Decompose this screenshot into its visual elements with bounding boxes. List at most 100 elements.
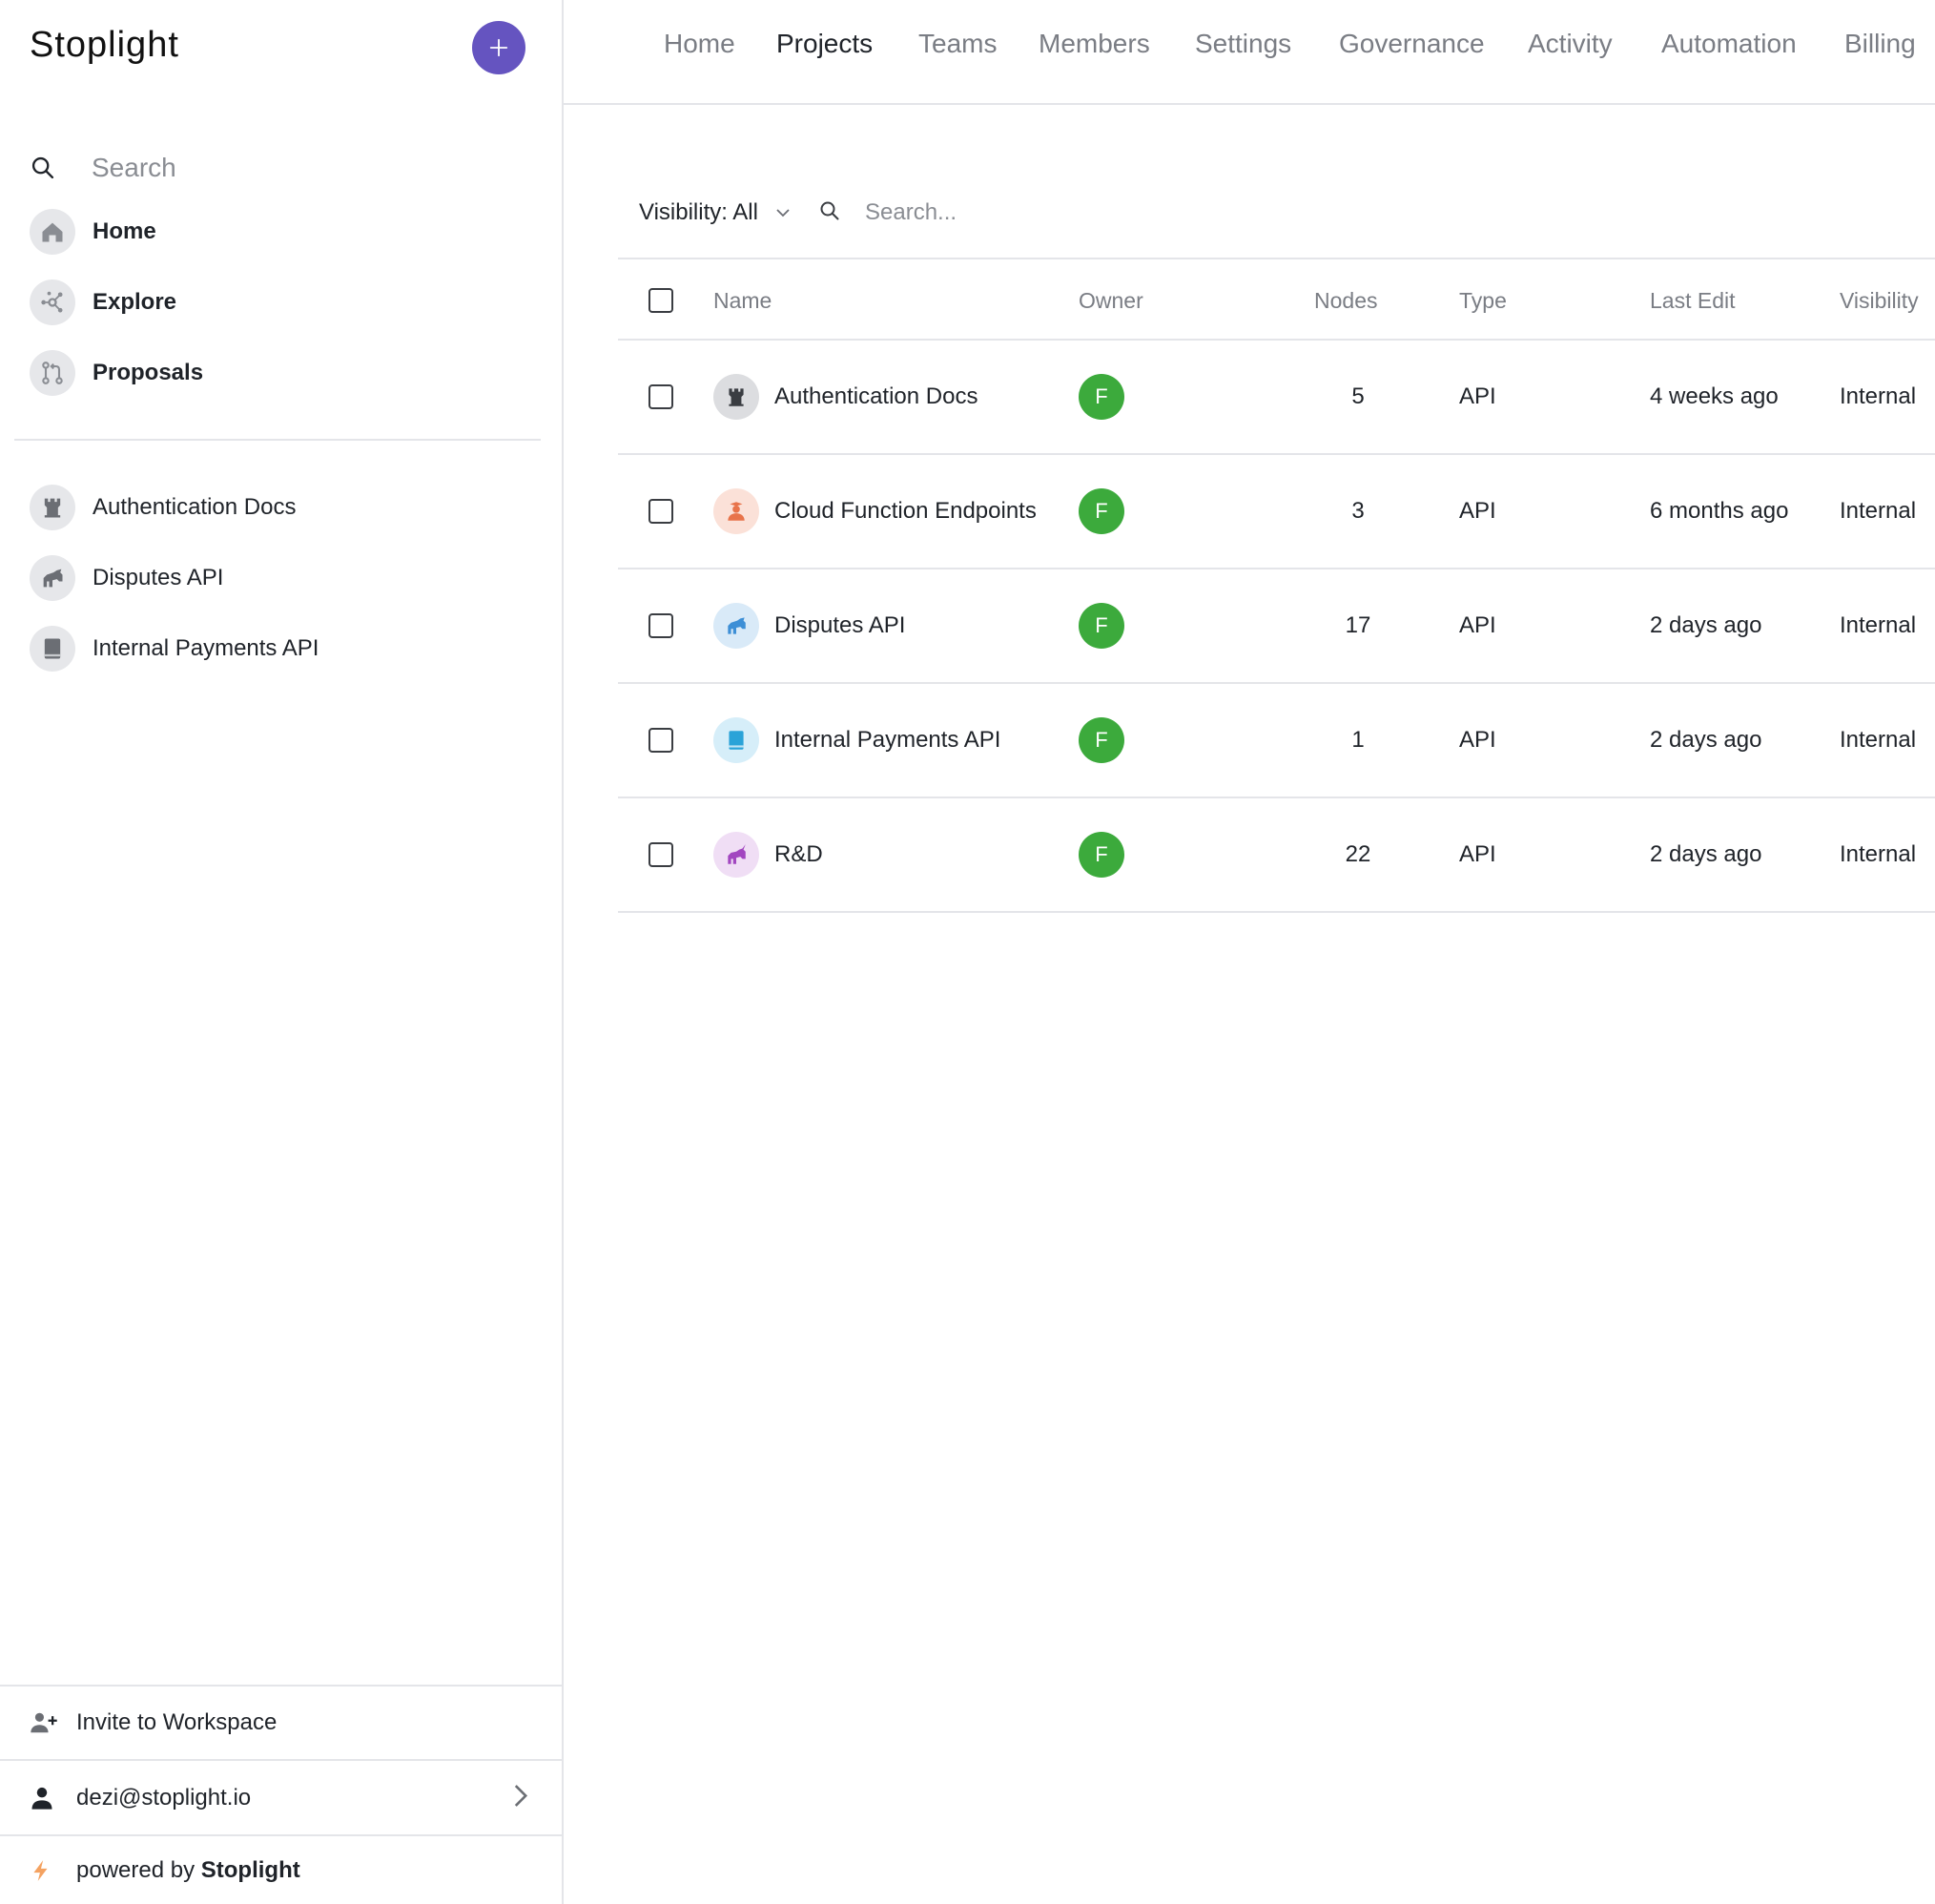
castle-icon [30, 485, 75, 530]
column-header-type[interactable]: Type [1459, 288, 1507, 314]
main-content: Home Projects Teams Members Settings Gov… [564, 0, 1935, 1904]
sidebar-item-label: Proposals [93, 360, 204, 385]
avatar: F [1079, 374, 1124, 420]
table-row[interactable]: R&D F 22 API 2 days ago Internal [618, 798, 1935, 913]
sidebar-item-label: Internal Payments API [93, 635, 319, 661]
visibility: Internal [1840, 383, 1917, 409]
visibility-filter-label: Visibility: All [639, 199, 758, 225]
project-name-cell[interactable]: Disputes API [713, 603, 905, 649]
tab-automation[interactable]: Automation [1661, 29, 1797, 59]
castle-icon [713, 374, 759, 420]
user-icon [29, 1785, 59, 1811]
tab-settings[interactable]: Settings [1195, 29, 1291, 59]
project-name: Authentication Docs [774, 383, 978, 409]
table-row[interactable]: Authentication Docs F 5 API 4 weeks ago … [618, 341, 1935, 455]
sidebar-project-internal-payments-api[interactable]: Internal Payments API [30, 624, 319, 673]
tab-teams[interactable]: Teams [918, 29, 997, 59]
search-icon [30, 155, 70, 181]
owner-avatar-cell: F [1079, 832, 1124, 878]
column-header-name[interactable]: Name [713, 288, 772, 314]
visibility-filter-dropdown[interactable]: Visibility: All [639, 199, 791, 226]
table-row[interactable]: Internal Payments API F 1 API 2 days ago… [618, 684, 1935, 798]
sidebar-item-home[interactable]: Home [30, 207, 156, 257]
row-checkbox[interactable] [648, 613, 673, 638]
project-name: R&D [774, 841, 823, 867]
create-button[interactable] [472, 21, 525, 74]
nodes-count: 22 [1345, 841, 1371, 867]
project-search-placeholder: Search... [865, 199, 957, 225]
horse-icon [30, 555, 75, 601]
tab-members[interactable]: Members [1039, 29, 1150, 59]
powered-by-stoplight-link[interactable]: powered by Stoplight [0, 1834, 564, 1904]
project-type: API [1459, 383, 1496, 409]
sidebar-search[interactable]: Search [30, 143, 525, 193]
table-header: Name Owner Nodes Type Last Edit Visibili… [618, 258, 1935, 341]
sidebar-item-label: Disputes API [93, 565, 224, 590]
table-row[interactable]: Cloud Function Endpoints F 3 API 6 month… [618, 455, 1935, 569]
row-checkbox[interactable] [648, 384, 673, 409]
sidebar-project-authentication-docs[interactable]: Authentication Docs [30, 483, 296, 532]
powered-by-prefix: powered by [76, 1856, 196, 1883]
person-icon [713, 488, 759, 534]
user-email: dezi@stoplight.io [76, 1784, 252, 1811]
powered-by-brand: Stoplight [200, 1856, 300, 1883]
owner-avatar-cell: F [1079, 374, 1124, 420]
plus-icon [489, 38, 508, 57]
search-icon [818, 199, 841, 227]
top-navigation: Home Projects Teams Members Settings Gov… [564, 0, 1935, 105]
column-header-visibility[interactable]: Visibility [1840, 288, 1919, 314]
book-icon [30, 626, 75, 672]
sidebar-search-placeholder: Search [92, 153, 176, 182]
sidebar-item-label: Home [93, 218, 156, 244]
filter-bar: Visibility: All Search... [639, 191, 957, 235]
invite-to-workspace-button[interactable]: Invite to Workspace [0, 1685, 564, 1759]
project-type: API [1459, 498, 1496, 524]
project-search-input[interactable]: Search... [818, 191, 1295, 235]
tab-projects[interactable]: Projects [776, 29, 873, 59]
chevron-right-icon [512, 1783, 529, 1812]
sidebar-item-explore[interactable]: Explore [30, 278, 176, 327]
tab-governance[interactable]: Governance [1339, 29, 1485, 59]
nodes-count: 17 [1345, 612, 1371, 638]
tab-activity[interactable]: Activity [1528, 29, 1613, 59]
row-checkbox[interactable] [648, 499, 673, 524]
project-name-cell[interactable]: Authentication Docs [713, 374, 978, 420]
row-checkbox[interactable] [648, 728, 673, 753]
unicorn-icon [713, 832, 759, 878]
nodes-count: 1 [1351, 727, 1365, 753]
user-account-menu[interactable]: dezi@stoplight.io [0, 1759, 564, 1834]
table-row[interactable]: Disputes API F 17 API 2 days ago Interna… [618, 569, 1935, 684]
sidebar-divider [14, 439, 541, 441]
book-icon [713, 717, 759, 763]
explore-icon [30, 279, 75, 325]
project-type: API [1459, 727, 1496, 753]
visibility: Internal [1840, 498, 1917, 524]
project-name: Internal Payments API [774, 727, 1001, 753]
horse-icon [713, 603, 759, 649]
select-all-checkbox[interactable] [648, 288, 673, 313]
sidebar-item-label: Explore [93, 289, 177, 315]
owner-avatar-cell: F [1079, 717, 1124, 763]
column-header-last-edit[interactable]: Last Edit [1650, 288, 1736, 314]
column-header-owner[interactable]: Owner [1079, 288, 1143, 314]
avatar: F [1079, 717, 1124, 763]
row-checkbox[interactable] [648, 842, 673, 867]
sidebar-project-disputes-api[interactable]: Disputes API [30, 553, 223, 603]
sidebar-item-proposals[interactable]: Proposals [30, 348, 203, 398]
brand-logo: Stoplight [30, 25, 179, 65]
projects-table: Name Owner Nodes Type Last Edit Visibili… [618, 258, 1935, 913]
project-name-cell[interactable]: R&D [713, 832, 823, 878]
project-name-cell[interactable]: Cloud Function Endpoints [713, 488, 1037, 534]
owner-avatar-cell: F [1079, 603, 1124, 649]
tab-billing[interactable]: Billing [1844, 29, 1916, 59]
tab-home[interactable]: Home [664, 29, 735, 59]
nodes-count: 5 [1351, 383, 1365, 409]
avatar: F [1079, 488, 1124, 534]
project-name: Disputes API [774, 612, 906, 638]
visibility: Internal [1840, 612, 1917, 638]
column-header-nodes[interactable]: Nodes [1314, 288, 1377, 314]
last-edit: 2 days ago [1650, 841, 1762, 867]
project-name-cell[interactable]: Internal Payments API [713, 717, 1000, 763]
table-body: Authentication Docs F 5 API 4 weeks ago … [618, 341, 1935, 913]
powered-by-label: powered by Stoplight [76, 1857, 300, 1884]
